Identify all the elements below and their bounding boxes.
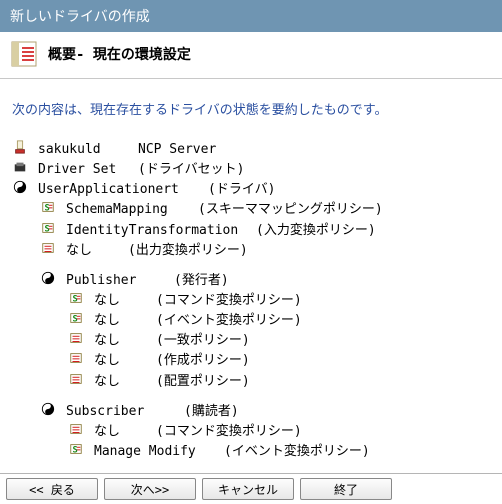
tree-row: S なし (イベント変換ポリシー) bbox=[12, 311, 490, 331]
policy-desc: (出力変換ポリシー) bbox=[128, 241, 248, 261]
policy-icon: S bbox=[40, 200, 60, 216]
finish-button[interactable]: 終了 bbox=[300, 478, 392, 500]
publisher-name: Publisher bbox=[66, 271, 174, 291]
policy-desc: (イベント変換ポリシー) bbox=[156, 311, 302, 331]
title-text: 新しいドライバの作成 bbox=[10, 6, 150, 26]
policy-icon bbox=[68, 331, 88, 347]
cancel-button[interactable]: キャンセル bbox=[202, 478, 294, 500]
tree-row: なし (作成ポリシー) bbox=[12, 351, 490, 371]
policy-icon bbox=[40, 241, 60, 257]
policy-name: IdentityTransformation bbox=[66, 221, 256, 241]
tree-row: S IdentityTransformation (入力変換ポリシー) bbox=[12, 221, 490, 241]
tree-row: なし (配置ポリシー) bbox=[12, 372, 490, 392]
policy-name: なし bbox=[94, 311, 156, 331]
policy-desc: (配置ポリシー) bbox=[156, 372, 250, 392]
policy-desc: (一致ポリシー) bbox=[156, 331, 250, 351]
server-icon bbox=[12, 140, 32, 156]
policy-name: SchemaMapping bbox=[66, 200, 198, 220]
server-name: sakukuld bbox=[38, 140, 138, 160]
driverset-icon bbox=[12, 160, 32, 176]
policy-desc: (コマンド変換ポリシー) bbox=[156, 422, 302, 442]
server-desc: NCP Server bbox=[138, 140, 216, 160]
policy-icon bbox=[68, 422, 88, 438]
policy-name: Manage Modify bbox=[94, 442, 224, 462]
tree-row: なし (一致ポリシー) bbox=[12, 331, 490, 351]
tree-row-subscriber: Subscriber (購読者) bbox=[12, 402, 490, 422]
policy-desc: (作成ポリシー) bbox=[156, 351, 250, 371]
tree-row: S SchemaMapping (スキーママッピングポリシー) bbox=[12, 200, 490, 220]
header-text: 概要- 現在の環境設定 bbox=[48, 44, 191, 64]
tree-row: なし (出力変換ポリシー) bbox=[12, 241, 490, 261]
header-row: 概要- 現在の環境設定 bbox=[0, 32, 502, 79]
tree-row: なし (コマンド変換ポリシー) bbox=[12, 422, 490, 442]
tree-row-server: sakukuld NCP Server bbox=[12, 140, 490, 160]
button-bar: << 戻る 次へ>> キャンセル 終了 bbox=[0, 473, 502, 504]
policy-desc: (スキーママッピングポリシー) bbox=[198, 200, 383, 220]
policy-desc: (入力変換ポリシー) bbox=[256, 221, 376, 241]
policy-desc: (コマンド変換ポリシー) bbox=[156, 291, 302, 311]
driverset-desc: (ドライバセット) bbox=[138, 160, 244, 180]
policy-icon: S bbox=[68, 311, 88, 327]
driverset-name: Driver Set bbox=[38, 160, 138, 180]
policy-name: なし bbox=[94, 422, 156, 442]
yinyang-icon bbox=[12, 180, 32, 196]
tree-row: S なし (コマンド変換ポリシー) bbox=[12, 291, 490, 311]
subscriber-name: Subscriber bbox=[66, 402, 184, 422]
tree-row-driver: UserApplicationert (ドライバ) bbox=[12, 180, 490, 200]
policy-name: なし bbox=[94, 351, 156, 371]
policy-icon: S bbox=[68, 442, 88, 458]
driver-name: UserApplicationert bbox=[38, 180, 208, 200]
tree-row: S Manage Modify (イベント変換ポリシー) bbox=[12, 442, 490, 462]
policy-name: なし bbox=[94, 291, 156, 311]
back-button[interactable]: << 戻る bbox=[6, 478, 98, 500]
publisher-desc: (発行者) bbox=[174, 271, 229, 291]
summary-tree: sakukuld NCP Server Driver Set (ドライバセット)… bbox=[12, 140, 490, 462]
policy-desc: (イベント変換ポリシー) bbox=[224, 442, 370, 462]
script-icon bbox=[10, 40, 38, 68]
policy-icon bbox=[68, 351, 88, 367]
yinyang-icon bbox=[40, 402, 60, 418]
driver-desc: (ドライバ) bbox=[208, 180, 275, 200]
title-bar: 新しいドライバの作成 bbox=[0, 0, 502, 32]
policy-icon bbox=[68, 372, 88, 388]
content-area: 次の内容は、現在存在するドライバの状態を要約したものです。 sakukuld N… bbox=[0, 79, 502, 462]
next-button[interactable]: 次へ>> bbox=[104, 478, 196, 500]
subscriber-desc: (購読者) bbox=[184, 402, 239, 422]
tree-row-publisher: Publisher (発行者) bbox=[12, 271, 490, 291]
policy-name: なし bbox=[94, 372, 156, 392]
intro-text: 次の内容は、現在存在するドライバの状態を要約したものです。 bbox=[12, 99, 490, 118]
policy-name: なし bbox=[66, 241, 128, 261]
yinyang-icon bbox=[40, 271, 60, 287]
policy-icon: S bbox=[40, 221, 60, 237]
policy-icon: S bbox=[68, 291, 88, 307]
tree-row-driverset: Driver Set (ドライバセット) bbox=[12, 160, 490, 180]
policy-name: なし bbox=[94, 331, 156, 351]
